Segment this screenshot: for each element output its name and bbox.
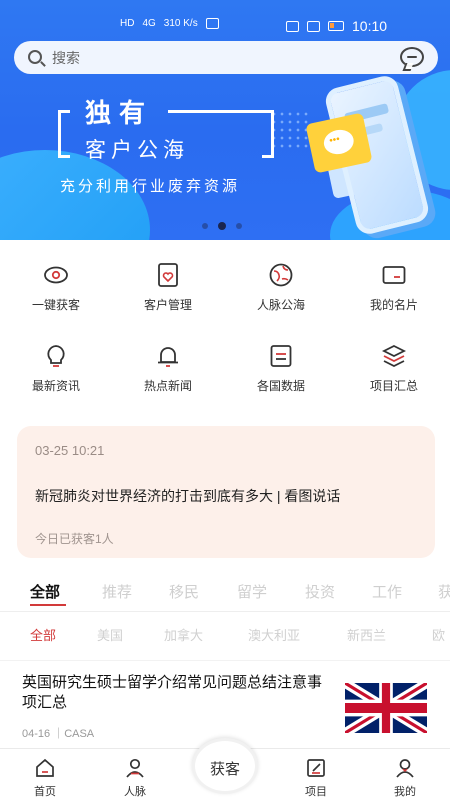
- feature-one-click-leads[interactable]: 一键获客: [0, 248, 112, 318]
- active-tab-indicator: [30, 604, 66, 606]
- tab-all[interactable]: 全部: [30, 581, 60, 602]
- get-leads-label: 获客: [209, 761, 240, 778]
- subtab-usa[interactable]: 美国: [97, 625, 123, 644]
- banner-frame: [168, 110, 274, 113]
- subtab-australia[interactable]: 澳大利亚: [248, 625, 300, 644]
- banner-tagline: 充分利用行业废弃资源: [60, 178, 241, 195]
- country-tabs: 全部 美国 加拿大 澳大利亚 新西兰 欧: [0, 620, 450, 650]
- feature-label: 各国数据: [256, 379, 305, 393]
- feature-country-data[interactable]: 各国数据: [225, 329, 337, 399]
- carousel-dot-active[interactable]: [218, 222, 226, 230]
- category-tabs: 全部 推荐 移民 留学 投资 工作 获: [0, 576, 450, 610]
- notice-title[interactable]: 新冠肺炎对世界经济的打击到底有多大 | 看图说话: [35, 486, 340, 506]
- tab-investment[interactable]: 投资: [305, 581, 335, 602]
- feature-label: 最新资讯: [31, 379, 80, 393]
- get-leads-button[interactable]: 获客: [192, 738, 258, 794]
- chat-bubble-icon[interactable]: [400, 47, 424, 67]
- search-bar[interactable]: [14, 41, 438, 74]
- status-speed: 310 K/s: [163, 18, 198, 29]
- subtab-all[interactable]: 全部: [30, 625, 56, 644]
- feature-network-pool[interactable]: 人脉公海: [225, 248, 337, 318]
- nav-label: 我的: [394, 786, 416, 798]
- nav-label: 首页: [34, 786, 56, 798]
- headphone-icon: [286, 20, 299, 32]
- contacts-icon: [126, 758, 144, 778]
- layers-icon: [381, 344, 407, 368]
- tab-more[interactable]: 获: [438, 581, 450, 602]
- article-headline[interactable]: 英国研究生硕士留学介绍常见问题总结注意事项汇总: [22, 673, 334, 713]
- feature-label: 客户管理: [143, 298, 192, 312]
- card-icon: [382, 266, 406, 284]
- subtab-canada[interactable]: 加拿大: [164, 625, 203, 644]
- carousel-dot[interactable]: [202, 223, 208, 229]
- home-icon: [36, 758, 54, 777]
- feature-my-card[interactable]: 我的名片: [338, 248, 450, 318]
- bell-icon: [158, 347, 178, 367]
- feature-hot-news[interactable]: 热点新闻: [112, 329, 224, 399]
- feature-project-summary[interactable]: 项目汇总: [338, 329, 450, 399]
- feature-label: 一键获客: [31, 298, 80, 312]
- alarm-icon: [307, 20, 320, 32]
- notice-summary: 今日已获客1人: [35, 532, 114, 546]
- banner-subtitle: 客户公海: [85, 139, 189, 162]
- banner-carousel[interactable]: HD 4G 310 K/s 10:10 独有 客户公海 充分利用行业废弃资源: [0, 0, 450, 240]
- feature-label: 我的名片: [369, 298, 418, 312]
- banner-frame: [262, 110, 274, 158]
- uk-flag-icon: [345, 683, 427, 733]
- nav-contacts[interactable]: 人脉: [95, 749, 175, 800]
- search-icon: [28, 50, 42, 64]
- user-icon: [396, 759, 414, 778]
- wifi-icon: [205, 18, 219, 29]
- status-bar: HD 4G 310 K/s 10:10: [0, 14, 450, 38]
- nav-label: 人脉: [124, 786, 146, 798]
- feature-grid: 一键获客 客户管理 人脉公海 我的名片 最新资讯 热点新闻 各国数据 项目汇总: [0, 248, 450, 413]
- article-meta: 04-16 ｜CASA: [22, 728, 95, 740]
- feature-label: 人脉公海: [256, 298, 305, 312]
- status-hd: HD: [120, 18, 135, 29]
- banner-frame: [58, 110, 70, 158]
- edit-icon: [307, 759, 325, 777]
- tab-work[interactable]: 工作: [372, 581, 402, 602]
- nav-mine[interactable]: 我的: [365, 749, 445, 800]
- battery-icon: [328, 21, 344, 31]
- subtab-europe[interactable]: 欧: [432, 625, 445, 644]
- carousel-dots[interactable]: [202, 222, 242, 230]
- nav-projects[interactable]: 项目: [276, 749, 356, 800]
- notice-time: 03-25 10:21: [35, 443, 105, 458]
- nav-label: 项目: [305, 786, 327, 798]
- globe-icon: [269, 263, 293, 287]
- banner-decoration: [270, 110, 310, 150]
- divider: [0, 611, 450, 612]
- feature-customer-management[interactable]: 客户管理: [112, 248, 224, 318]
- feature-latest-news[interactable]: 最新资讯: [0, 329, 112, 399]
- feature-label: 项目汇总: [369, 379, 418, 393]
- nav-home[interactable]: 首页: [5, 749, 85, 800]
- status-time: 10:10: [352, 18, 388, 34]
- tab-recommended[interactable]: 推荐: [102, 581, 132, 602]
- eye-icon: [44, 266, 68, 284]
- carousel-dot[interactable]: [236, 223, 242, 229]
- subtab-new-zealand[interactable]: 新西兰: [347, 625, 386, 644]
- tab-study-abroad[interactable]: 留学: [237, 581, 267, 602]
- notice-card[interactable]: 03-25 10:21 新冠肺炎对世界经济的打击到底有多大 | 看图说话 今日已…: [17, 426, 435, 558]
- tab-immigration[interactable]: 移民: [169, 581, 199, 602]
- document-icon: [270, 345, 292, 367]
- search-input[interactable]: [52, 48, 352, 68]
- heart-card-icon: [158, 263, 178, 287]
- status-network: 4G: [142, 18, 156, 29]
- feature-label: 热点新闻: [143, 379, 192, 393]
- article-item[interactable]: 英国研究生硕士留学介绍常见问题总结注意事项汇总 04-16 ｜CASA: [0, 660, 450, 748]
- bulb-icon: [47, 345, 65, 367]
- banner-title: 独有: [85, 98, 154, 128]
